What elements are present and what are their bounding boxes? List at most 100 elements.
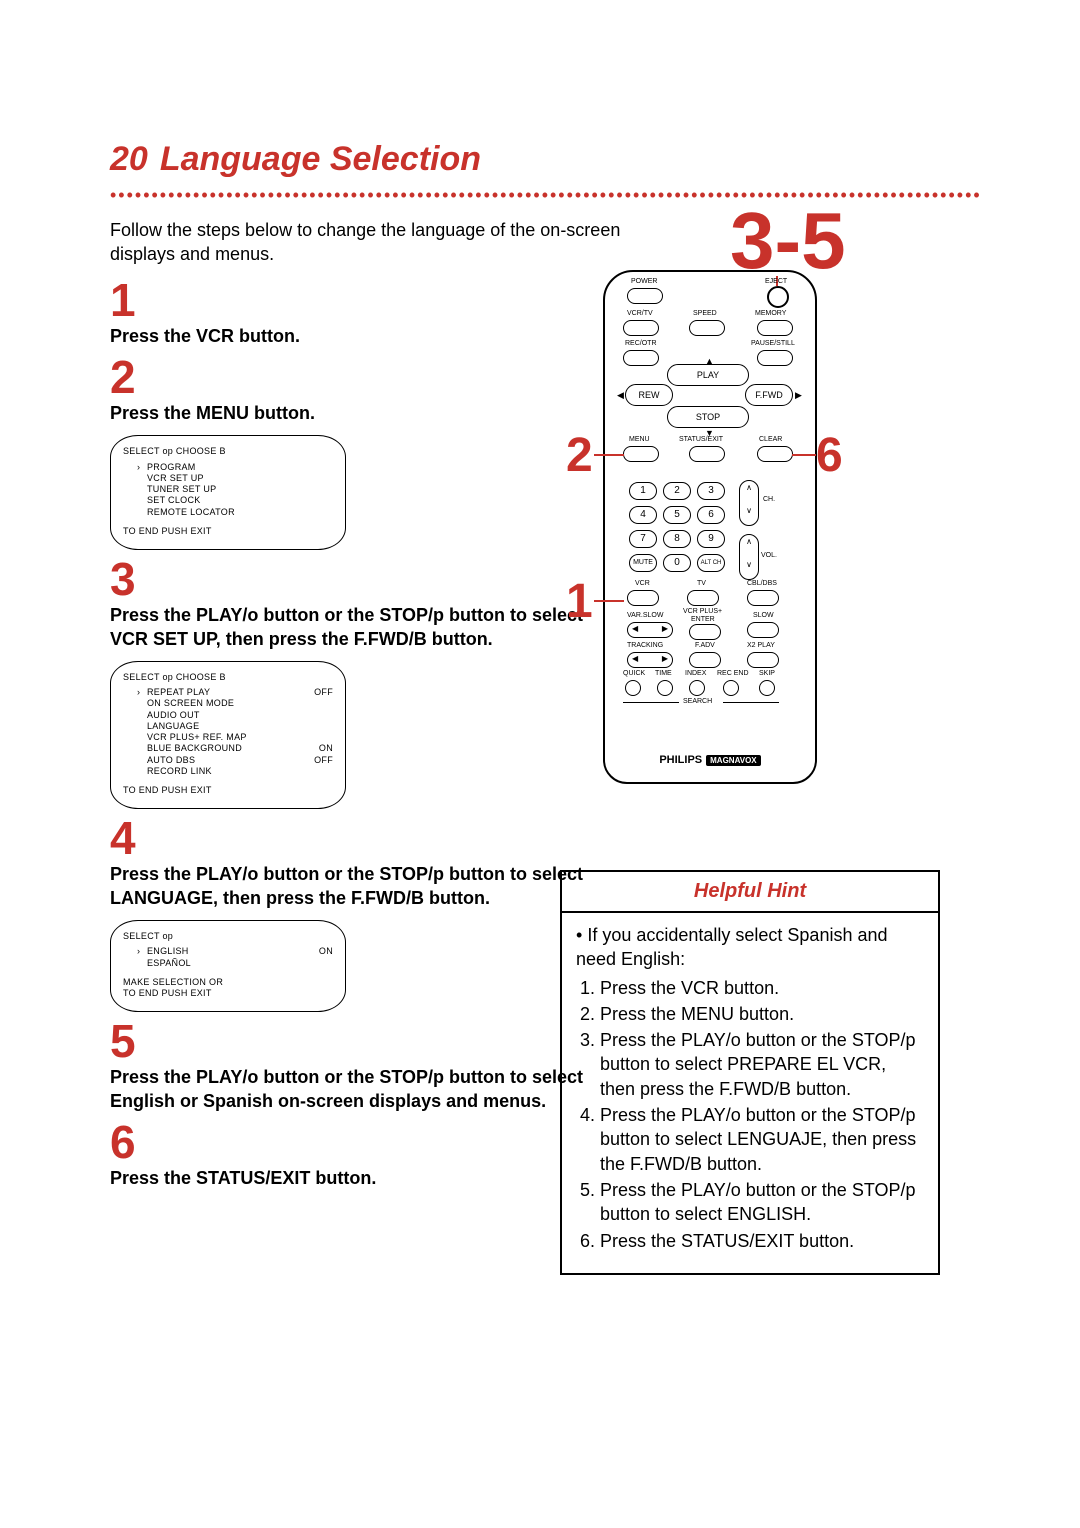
step-4-text: Press the PLAY/o button or the STOP/p bu… xyxy=(110,863,590,910)
status-exit-button[interactable] xyxy=(689,446,725,462)
tracking-button[interactable]: ◀▶ xyxy=(627,652,673,668)
varslow-button[interactable]: ◀▶ xyxy=(627,622,673,638)
screen-b-footer: TO END PUSH EXIT xyxy=(123,785,333,796)
label-memory: MEMORY xyxy=(755,310,786,317)
label-clear: CLEAR xyxy=(759,436,782,443)
screen-a-item: TUNER SET UP xyxy=(137,484,333,495)
channel-rocker[interactable]: ∧∨ xyxy=(739,480,759,526)
stop-button[interactable]: STOP xyxy=(667,406,749,428)
slow-button[interactable] xyxy=(747,622,779,638)
x2play-button[interactable] xyxy=(747,652,779,668)
screen-b-header: SELECT op CHOOSE B xyxy=(123,672,333,683)
label-vol: VOL. xyxy=(761,552,777,559)
step-6-text: Press the STATUS/EXIT button. xyxy=(110,1167,590,1190)
screen-b-row: RECORD LINK xyxy=(137,766,333,777)
callout-line xyxy=(594,600,624,602)
callout-line xyxy=(792,454,816,456)
recend-button[interactable] xyxy=(723,680,739,696)
brand-label: PHILIPSMAGNAVOX xyxy=(605,754,815,766)
vcr-button[interactable] xyxy=(627,590,659,606)
hint-item: Press the MENU button. xyxy=(600,1002,924,1026)
speed-button[interactable] xyxy=(689,320,725,336)
eject-button[interactable] xyxy=(767,286,789,308)
label-vcrplus: VCR PLUS+ xyxy=(683,608,722,615)
label-search: SEARCH xyxy=(683,698,712,705)
label-tv: TV xyxy=(697,580,706,587)
screen-b-row: VCR PLUS+ REF. MAP xyxy=(137,732,333,743)
hint-item: Press the PLAY/o button or the STOP/p bu… xyxy=(600,1103,924,1176)
num-5-button[interactable]: 5 xyxy=(663,506,691,524)
screen-a-item: ›PROGRAM xyxy=(137,462,333,473)
fadv-button[interactable] xyxy=(689,652,721,668)
page-title: Language Selection xyxy=(160,140,481,179)
pause-button[interactable] xyxy=(757,350,793,366)
screen-c-footer2: TO END PUSH EXIT xyxy=(123,988,333,999)
volume-rocker[interactable]: ∧∨ xyxy=(739,534,759,580)
callout-6: 6 xyxy=(816,428,843,483)
play-button[interactable]: PLAY xyxy=(667,364,749,386)
label-ch: CH. xyxy=(763,496,775,503)
hint-title: Helpful Hint xyxy=(560,870,940,913)
screen-b-row: AUDIO OUT xyxy=(137,710,333,721)
hint-item: Press the PLAY/o button or the STOP/p bu… xyxy=(600,1028,924,1101)
skip-button[interactable] xyxy=(759,680,775,696)
enter-button[interactable] xyxy=(689,624,721,640)
clear-button[interactable] xyxy=(757,446,793,462)
num-8-button[interactable]: 8 xyxy=(663,530,691,548)
step-5-number: 5 xyxy=(110,1018,590,1064)
ffwd-button[interactable]: F.FWD xyxy=(745,384,793,406)
index-button[interactable] xyxy=(689,680,705,696)
screen-a: SELECT op CHOOSE B ›PROGRAM VCR SET UP T… xyxy=(110,435,346,550)
cbldbs-button[interactable] xyxy=(747,590,779,606)
num-7-button[interactable]: 7 xyxy=(629,530,657,548)
mute-button[interactable]: MUTE xyxy=(629,554,657,572)
label-skip: SKIP xyxy=(759,670,775,677)
label-tracking: TRACKING xyxy=(627,642,663,649)
search-line-right xyxy=(723,702,779,703)
step-2-number: 2 xyxy=(110,354,590,400)
power-button[interactable] xyxy=(627,288,663,304)
label-status: STATUS/EXIT xyxy=(679,436,723,443)
tv-button[interactable] xyxy=(687,590,719,606)
num-2-button[interactable]: 2 xyxy=(663,482,691,500)
label-recend: REC END xyxy=(717,670,749,677)
time-button[interactable] xyxy=(657,680,673,696)
screen-c-row: ›ENGLISHON xyxy=(137,946,333,957)
label-quick: QUICK xyxy=(623,670,645,677)
menu-button[interactable] xyxy=(623,446,659,462)
label-fadv: F.ADV xyxy=(695,642,715,649)
callout-1: 1 xyxy=(566,574,593,629)
num-0-button[interactable]: 0 xyxy=(663,554,691,572)
screen-a-item: SET CLOCK xyxy=(137,495,333,506)
screen-c-header: SELECT op xyxy=(123,931,333,942)
callout-2: 2 xyxy=(566,428,593,483)
label-slow: SLOW xyxy=(753,612,774,619)
memory-button[interactable] xyxy=(757,320,793,336)
rew-button[interactable]: REW xyxy=(625,384,673,406)
label-varslow: VAR.SLOW xyxy=(627,612,663,619)
hint-item: Press the VCR button. xyxy=(600,976,924,1000)
quick-button[interactable] xyxy=(625,680,641,696)
num-4-button[interactable]: 4 xyxy=(629,506,657,524)
label-recotr: REC/OTR xyxy=(625,340,657,347)
num-1-button[interactable]: 1 xyxy=(629,482,657,500)
helpful-hint-box: Helpful Hint • If you accidentally selec… xyxy=(560,870,940,1275)
num-9-button[interactable]: 9 xyxy=(697,530,725,548)
num-3-button[interactable]: 3 xyxy=(697,482,725,500)
screen-b-row: AUTO DBSOFF xyxy=(137,755,333,766)
triangle-left-icon: ◀ xyxy=(617,390,624,401)
label-index: INDEX xyxy=(685,670,706,677)
screen-a-header: SELECT op CHOOSE B xyxy=(123,446,333,457)
label-speed: SPEED xyxy=(693,310,717,317)
step-6-number: 6 xyxy=(110,1119,590,1165)
vcrtv-button[interactable] xyxy=(623,320,659,336)
label-time: TIME xyxy=(655,670,672,677)
num-6-button[interactable]: 6 xyxy=(697,506,725,524)
label-x2play: X2 PLAY xyxy=(747,642,775,649)
altch-button[interactable]: ALT CH xyxy=(697,554,725,572)
screen-b-row: ›REPEAT PLAYOFF xyxy=(137,687,333,698)
hint-item: Press the PLAY/o button or the STOP/p bu… xyxy=(600,1178,924,1227)
label-vcr: VCR xyxy=(635,580,650,587)
recotr-button[interactable] xyxy=(623,350,659,366)
label-enter: ENTER xyxy=(691,616,715,623)
